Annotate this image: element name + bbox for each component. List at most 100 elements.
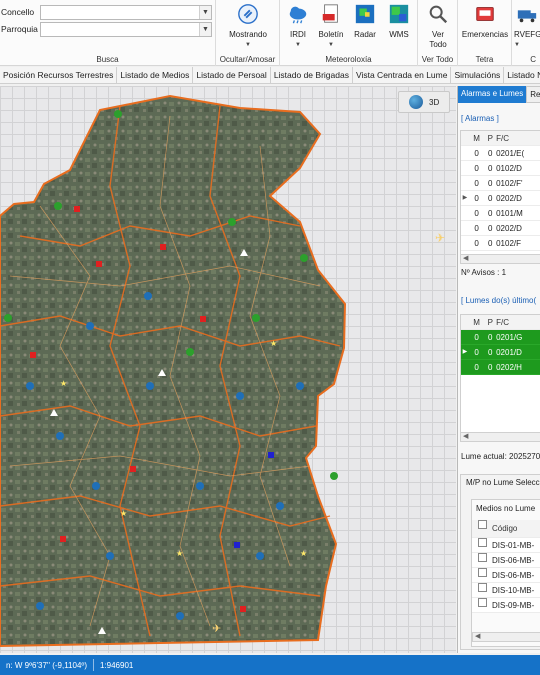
list-item[interactable]: DIS-06-MB-: [472, 568, 540, 583]
tab-simulacions[interactable]: Simulacións: [451, 67, 505, 83]
tab-vista-centrada[interactable]: Vista Centrada en Lume: [353, 67, 452, 83]
cell-m: 0: [474, 149, 479, 158]
table-row[interactable]: 0 0 0202/D: [461, 221, 540, 236]
list-item[interactable]: DIS-06-MB-: [472, 553, 540, 568]
cell-m: 0: [474, 333, 479, 342]
row-checkbox[interactable]: [478, 583, 487, 592]
svg-text:★: ★: [176, 549, 183, 558]
avisos-label: Nº Avisos :: [461, 268, 500, 277]
medios-header-row: Código: [472, 520, 540, 538]
irdi-button[interactable]: IRDI ▼: [285, 3, 311, 50]
medio-code: DIS-10-MB-: [492, 586, 535, 595]
coordinates-readout: n: W 9º6'37'' (-9,1104º): [6, 660, 87, 670]
tab-listado-persoal[interactable]: Listado de Persoal: [193, 67, 271, 83]
cell-fc: 0101/M: [496, 209, 523, 218]
col-fc-header: F/C: [496, 318, 509, 327]
ver-label: Ver: [431, 30, 444, 39]
row-checkbox[interactable]: [478, 553, 487, 562]
cell-p: 0: [488, 239, 493, 248]
table-row[interactable]: ▶ 0 0 0201/D: [461, 345, 540, 360]
medio-code: DIS-09-MB-: [492, 601, 535, 610]
table-row[interactable]: 0 0 0102/F: [461, 236, 540, 251]
row-checkbox[interactable]: [478, 568, 487, 577]
col-m-header: M: [473, 134, 480, 143]
svg-text:✈: ✈: [212, 623, 221, 635]
table-row[interactable]: 0 0 0201/E(: [461, 146, 540, 161]
cell-fc: 0102/F: [496, 239, 522, 248]
concello-combo[interactable]: ▼: [40, 4, 212, 20]
ribbon-group-busca: Concello ▼ Parroquia ▼ Busca: [0, 0, 216, 66]
tab-listado-medios[interactable]: Listado de Medios: [117, 67, 194, 83]
avisos-count: Nº Avisos : 1: [461, 268, 506, 277]
chevron-down-icon[interactable]: ▼: [199, 5, 211, 19]
medios-horizontal-scrollbar[interactable]: ◀: [472, 632, 540, 642]
chevron-down-icon: ▼: [245, 42, 251, 48]
cell-p: 0: [488, 149, 493, 158]
chevron-down-icon: ▼: [295, 42, 301, 48]
cell-m: 0: [474, 164, 479, 173]
svg-text:★: ★: [270, 339, 277, 348]
cloud-icon: [289, 6, 307, 24]
cell-p: 0: [488, 194, 493, 203]
medio-code: DIS-06-MB-: [492, 571, 535, 580]
lumes-header-row: M P F/C: [461, 315, 540, 330]
boletin-button[interactable]: Boletín ▼: [315, 3, 347, 50]
view-3d-button[interactable]: 3D: [398, 91, 450, 113]
tab-alarmas-lumes[interactable]: Alarmas e Lumes: [458, 86, 527, 103]
alarmas-section-title: [ Alarmas ]: [461, 114, 499, 123]
tab-listado-brigadas[interactable]: Listado de Brigadas: [271, 67, 353, 83]
table-row[interactable]: ▶ 0 0 0202/D: [461, 191, 540, 206]
lumes-grid[interactable]: M P F/C 0 0 0201/G ▶ 0 0 0201/D 0 0 0202/H: [460, 314, 540, 434]
parroquia-combo[interactable]: ▼: [40, 21, 212, 37]
map-view[interactable]: ★★ ★★ ★★ ✈ ✈ 3D: [0, 86, 456, 653]
list-item[interactable]: DIS-10-MB-: [472, 583, 540, 598]
col-fc-header: F/C: [496, 134, 509, 143]
radar-label: Radar: [354, 30, 376, 39]
emerxencias-button[interactable]: Emerxencias: [460, 3, 510, 40]
chevron-down-icon[interactable]: ▼: [199, 22, 211, 36]
table-row[interactable]: 0 0 0202/H: [461, 360, 540, 375]
svg-text:★: ★: [120, 509, 127, 518]
alarmas-grid[interactable]: M P F/C 0 0 0201/E( 0 0 0102/D 0 0 0102/F' ▶ 0 0…: [460, 130, 540, 260]
lume-actual: Lume actual: 2025270: [461, 452, 540, 461]
tab-posicion-recursos[interactable]: Posición Recursos Terrestres: [0, 67, 118, 83]
lumes-horizontal-scrollbar[interactable]: ◀: [460, 432, 540, 442]
row-checkbox[interactable]: [478, 538, 487, 547]
cell-p: 0: [488, 209, 493, 218]
ver-todo-button[interactable]: Ver Todo: [422, 3, 454, 50]
boletin-label: Boletín: [318, 30, 344, 39]
ribbon-group-vertodo: Ver Todo Ver Todo: [418, 0, 458, 66]
cell-m: 0: [474, 348, 479, 357]
truck-icon: [517, 10, 537, 23]
tab-re[interactable]: Re: [526, 86, 540, 103]
rvefg-button[interactable]: RVEFG ▼: [514, 3, 540, 50]
wms-label: WMS: [389, 30, 409, 39]
table-row[interactable]: 0 0 0201/G: [461, 330, 540, 345]
ribbon-group-ocultar: Mostrando ▼ Ocultar/Amosar: [216, 0, 280, 66]
medios-list: Código DIS-01-MB- DIS-06-MB- DIS-06-MB- …: [472, 520, 540, 613]
table-row[interactable]: 0 0 0102/D: [461, 161, 540, 176]
cell-fc: 0102/F': [496, 179, 523, 188]
parroquia-label: Parroquia: [1, 24, 38, 34]
cell-p: 0: [488, 348, 493, 357]
concello-label: Concello: [1, 7, 35, 17]
alarmas-horizontal-scrollbar[interactable]: ◀: [460, 254, 540, 264]
todo-label: Todo: [429, 40, 447, 49]
mostrando-button[interactable]: Mostrando ▼: [222, 3, 274, 50]
link-toggle-icon: [238, 4, 258, 24]
svg-text:★: ★: [60, 379, 67, 388]
list-item[interactable]: DIS-09-MB-: [472, 598, 540, 613]
table-row[interactable]: 0 0 0101/M: [461, 206, 540, 221]
table-row[interactable]: 0 0 0102/F': [461, 176, 540, 191]
group-label-meteoroloxia: Meteoroloxía: [325, 55, 372, 64]
wms-button[interactable]: WMS: [386, 3, 412, 40]
svg-text:★: ★: [300, 549, 307, 558]
select-all-checkbox[interactable]: [478, 520, 487, 529]
row-pointer-icon: ▶: [462, 195, 468, 201]
tab-listado-notificacions[interactable]: Listado Notificac: [504, 67, 540, 83]
cell-m: 0: [474, 239, 479, 248]
list-item[interactable]: DIS-01-MB-: [472, 538, 540, 553]
pdf-document-icon: [322, 4, 338, 23]
row-checkbox[interactable]: [478, 598, 487, 607]
radar-button[interactable]: Radar: [352, 3, 378, 40]
